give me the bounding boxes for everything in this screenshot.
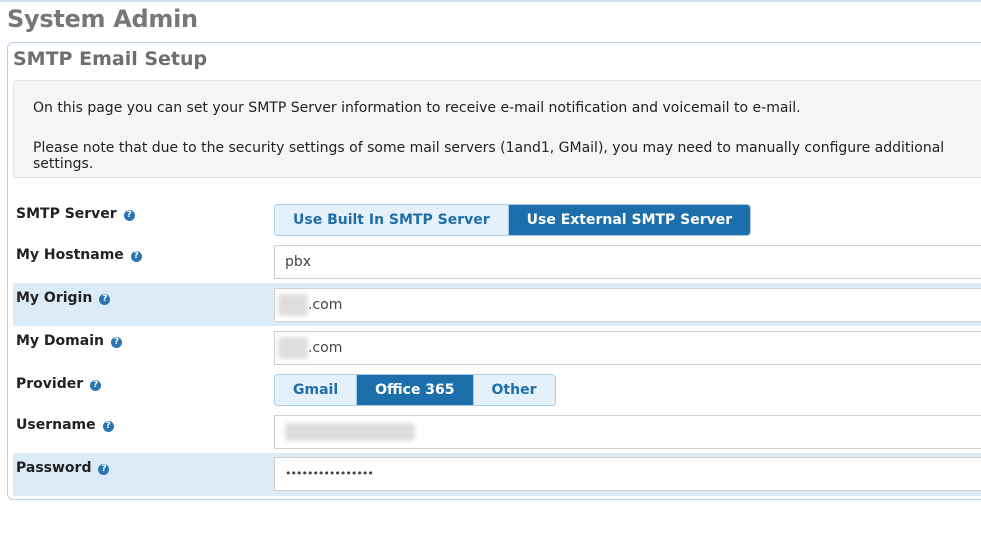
redacted-text [285,423,415,441]
domain-label: My Domain? [16,333,122,349]
smtp-server-label-text: SMTP Server [16,206,117,222]
hostname-label: My Hostname? [16,247,142,263]
origin-label: My Origin? [16,290,111,306]
info-text-line-1: On this page you can set your SMTP Serve… [33,100,801,116]
origin-value-suffix: .com [308,297,343,313]
domain-input[interactable]: .com [274,331,981,365]
password-input[interactable]: •••••••••••••••• [274,457,981,491]
provider-label-text: Provider [16,376,84,392]
username-input[interactable] [274,415,981,449]
origin-label-text: My Origin [16,290,93,306]
domain-value-suffix: .com [308,340,343,356]
top-border [0,0,981,2]
password-label-text: Password [16,460,92,476]
redacted-text [278,337,308,359]
help-icon[interactable]: ? [98,464,110,475]
password-label: Password? [16,460,110,476]
origin-input[interactable]: .com [274,288,981,322]
page-title: System Admin [7,5,198,33]
help-icon[interactable]: ? [123,210,135,221]
use-external-smtp-button[interactable]: Use External SMTP Server [508,205,751,235]
provider-label: Provider? [16,376,102,392]
smtp-server-label: SMTP Server? [16,206,135,222]
use-built-in-smtp-button[interactable]: Use Built In SMTP Server [275,205,509,235]
help-icon[interactable]: ? [102,421,114,432]
provider-other-button[interactable]: Other [473,375,555,405]
provider-toggle: Gmail Office 365 Other [274,374,556,406]
password-value: •••••••••••••••• [285,467,374,480]
redacted-text [278,294,308,316]
hostname-input[interactable]: pbx [274,245,981,279]
panel-title: SMTP Email Setup [13,48,208,70]
username-label-text: Username [16,417,96,433]
info-text-line-2: Please note that due to the security set… [33,140,945,172]
help-icon[interactable]: ? [130,251,142,262]
hostname-label-text: My Hostname [16,247,124,263]
help-icon[interactable]: ? [99,294,111,305]
hostname-value: pbx [285,254,312,270]
username-label: Username? [16,417,114,433]
help-icon[interactable]: ? [90,380,102,391]
help-icon[interactable]: ? [110,337,122,348]
domain-label-text: My Domain [16,333,104,349]
provider-office365-button[interactable]: Office 365 [357,375,474,405]
smtp-server-toggle: Use Built In SMTP Server Use External SM… [274,204,752,236]
provider-gmail-button[interactable]: Gmail [275,375,358,405]
